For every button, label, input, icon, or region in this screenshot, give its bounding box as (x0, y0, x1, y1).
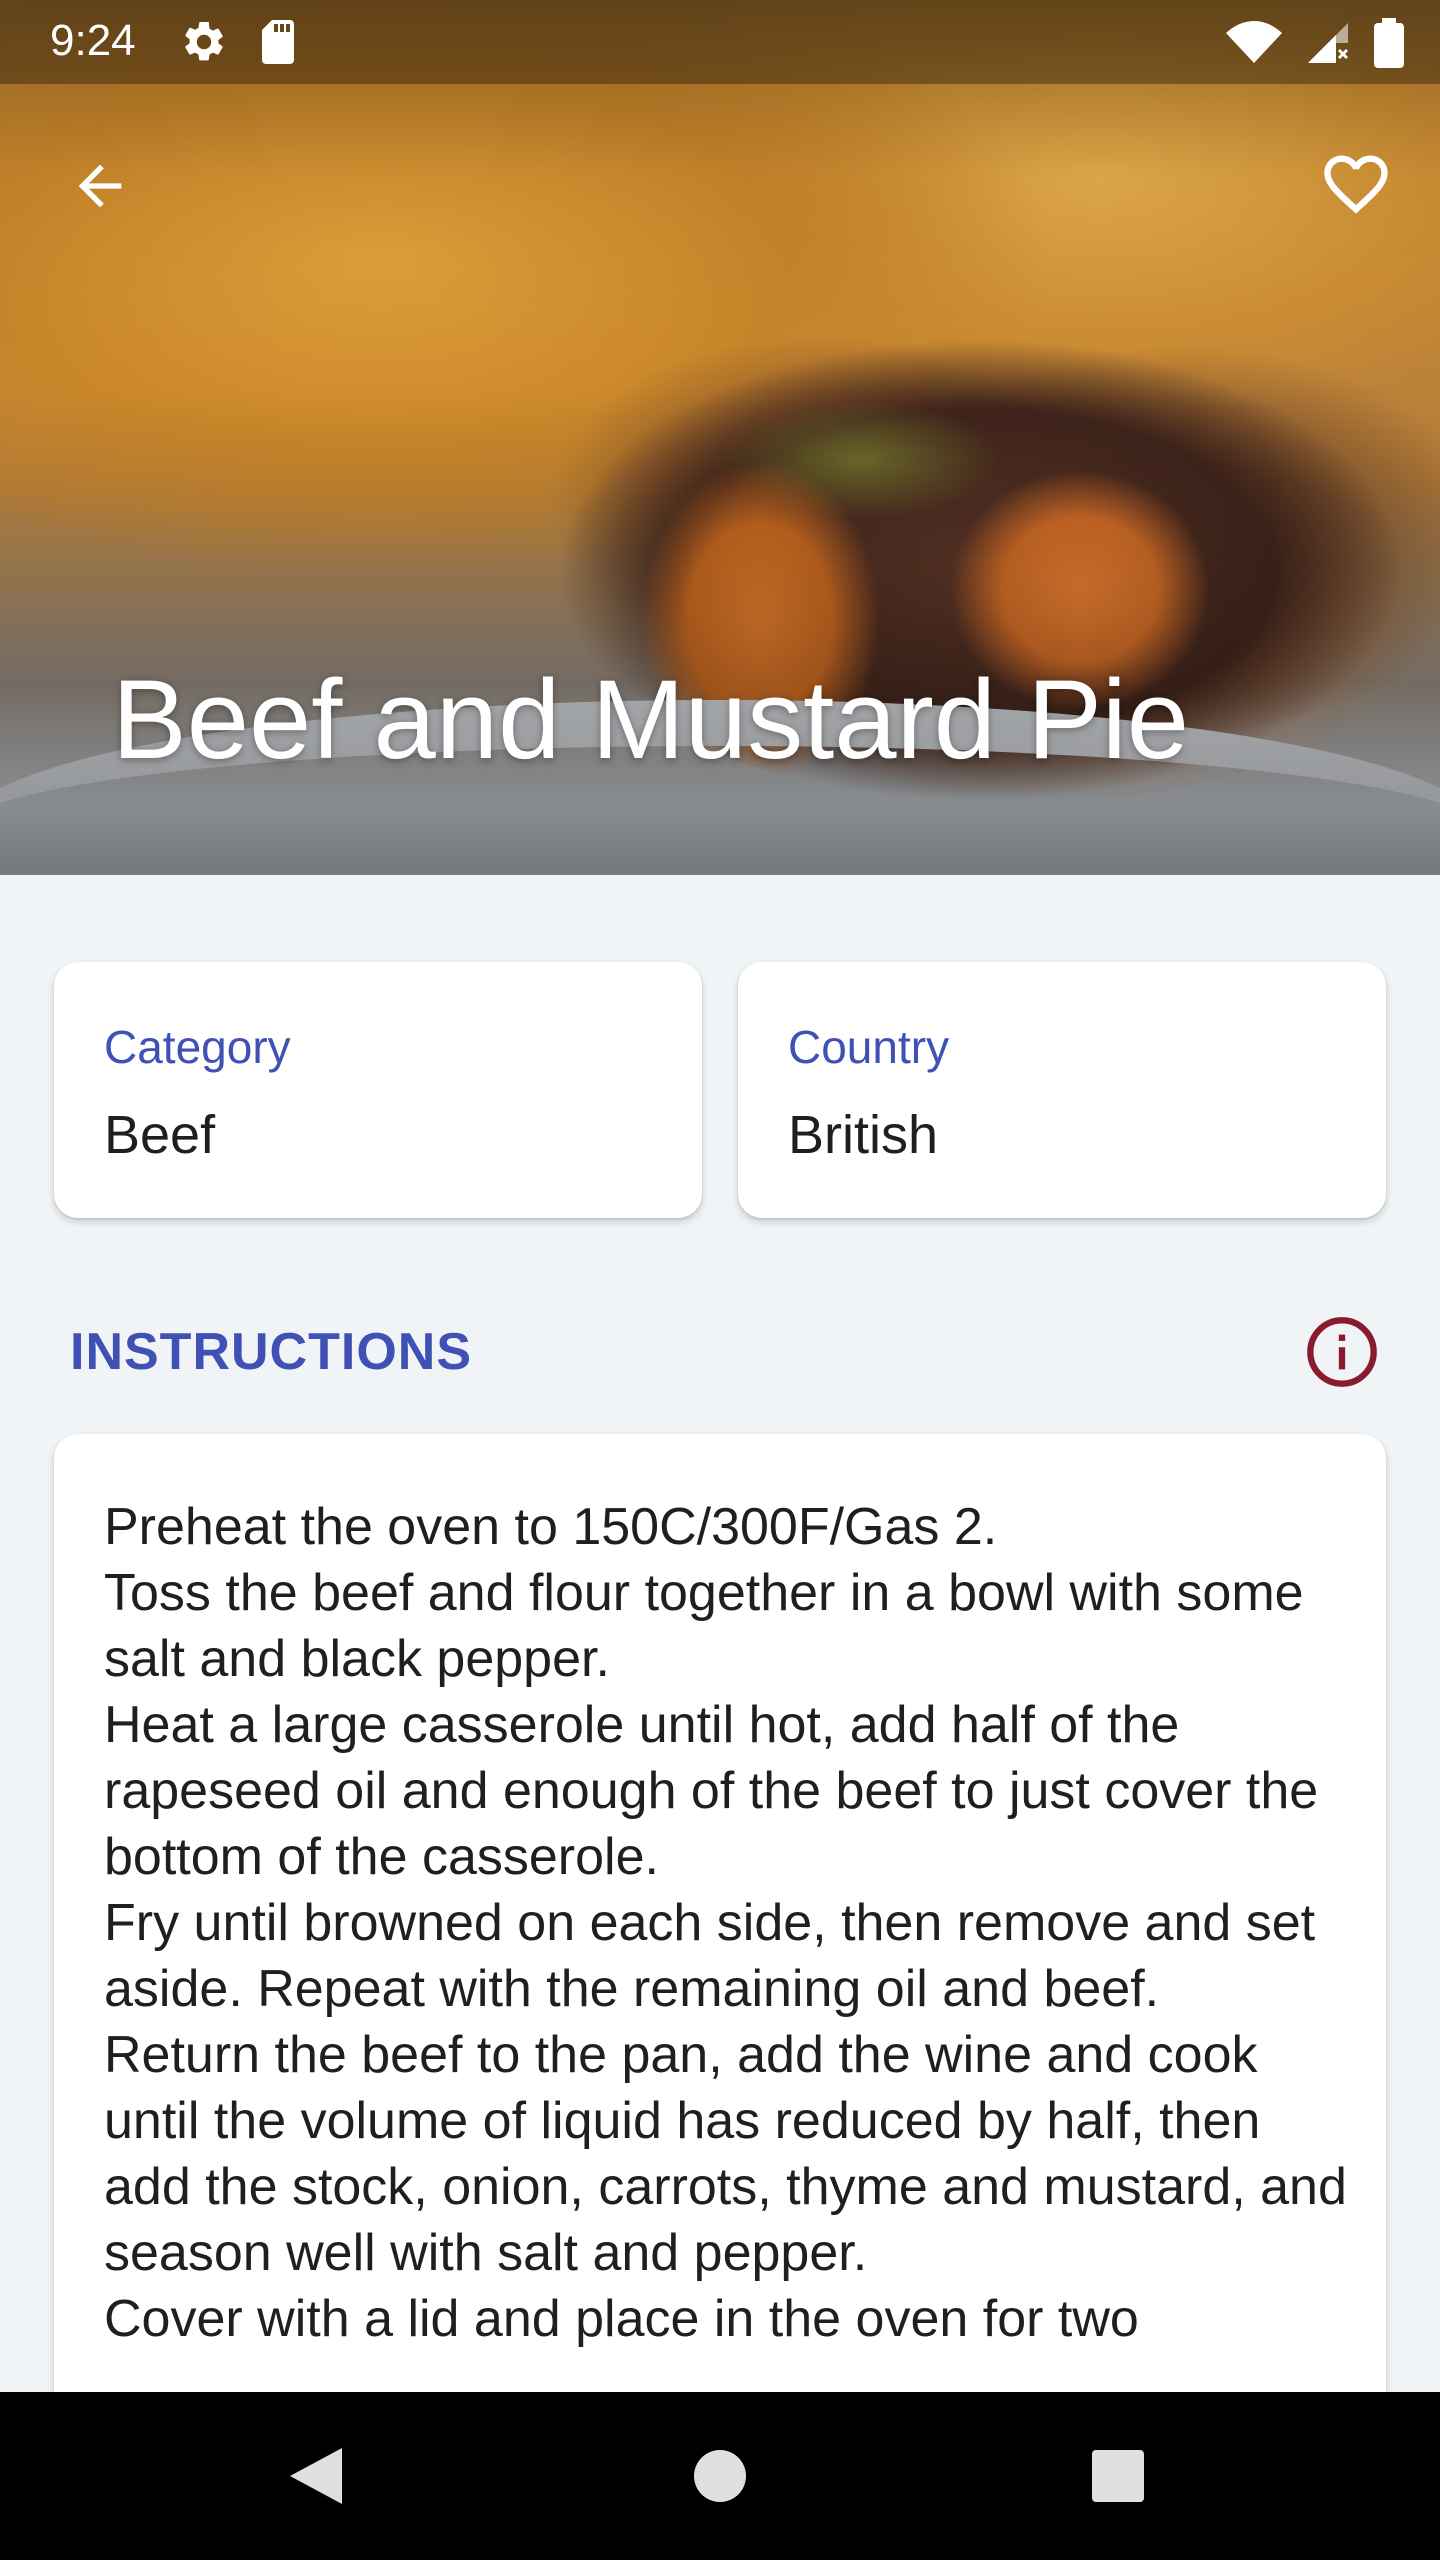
heart-outline-icon (1324, 155, 1388, 214)
sd-card-icon (256, 18, 300, 71)
instructions-heading: INSTRUCTIONS (70, 1323, 472, 1381)
status-time: 9:24 (50, 16, 136, 65)
favorite-button[interactable] (1308, 136, 1404, 232)
arrow-back-icon (78, 164, 122, 208)
nav-recents-icon (1092, 2450, 1144, 2502)
nav-home-icon (694, 2450, 746, 2502)
nav-home-button[interactable] (672, 2428, 768, 2524)
country-value: British (788, 1105, 939, 1165)
category-value: Beef (104, 1105, 216, 1165)
country-card: Country British (738, 962, 1386, 1218)
category-label: Category (104, 1021, 291, 1073)
info-icon (1307, 1317, 1377, 1387)
cellular-no-data-icon (1304, 19, 1352, 72)
status-left-icons (180, 18, 300, 71)
navigation-bar (0, 2392, 1440, 2560)
recipe-detail-screen: 9:24 Beef and Mustard Pie Category Beef … (0, 0, 1440, 2560)
nav-recents-button[interactable] (1070, 2428, 1166, 2524)
nav-back-icon (290, 2448, 342, 2504)
wifi-icon (1226, 21, 1282, 70)
nav-back-button[interactable] (268, 2428, 364, 2524)
battery-icon (1374, 18, 1404, 73)
category-card: Category Beef (54, 962, 702, 1218)
country-label: Country (788, 1021, 950, 1073)
recipe-title: Beef and Mustard Pie (112, 657, 1190, 782)
status-right-icons (1226, 18, 1404, 73)
status-bar: 9:24 (0, 0, 1440, 84)
settings-icon (180, 18, 228, 71)
instructions-text: Preheat the oven to 150C/300F/Gas 2. Tos… (104, 1498, 1347, 2348)
back-button[interactable] (52, 138, 148, 234)
info-button[interactable] (1302, 1312, 1382, 1392)
